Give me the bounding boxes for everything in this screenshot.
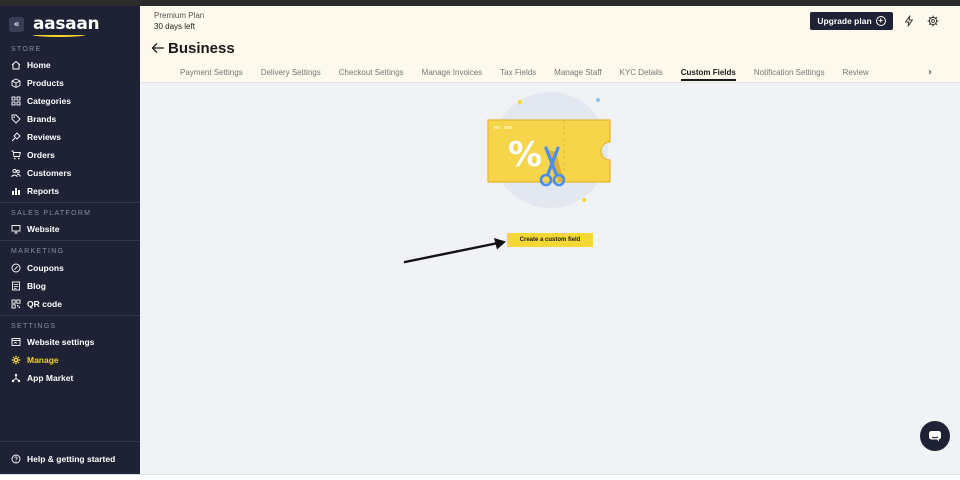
sidebar-item-reports[interactable]: Reports — [11, 184, 59, 198]
document-icon — [11, 281, 21, 291]
settings-tabs: Payment Settings Delivery Settings Check… — [180, 68, 887, 82]
coupon-scissors-illustration: % — [487, 92, 611, 208]
sidebar-divider — [0, 240, 140, 241]
tab-checkout-settings[interactable]: Checkout Settings — [339, 68, 404, 82]
sidebar-item-label: Brands — [27, 114, 57, 124]
chat-support-button[interactable] — [920, 421, 950, 451]
sidebar-item-manage[interactable]: Manage — [11, 353, 59, 367]
tab-manage-invoices[interactable]: Manage Invoices — [422, 68, 482, 82]
main-content: Premium Plan 30 days left Upgrade plan +… — [140, 6, 960, 474]
page-header: Premium Plan 30 days left Upgrade plan +… — [140, 6, 960, 83]
create-custom-field-button[interactable]: Create a custom field — [507, 233, 593, 247]
sidebar-item-orders[interactable]: Orders — [11, 148, 55, 162]
pointer-arrow-annotation — [403, 238, 506, 264]
tab-tax-fields[interactable]: Tax Fields — [500, 68, 536, 82]
sidebar-divider — [0, 315, 140, 316]
nodes-icon — [11, 373, 21, 383]
gear-icon — [11, 355, 21, 365]
sidebar-divider — [0, 202, 140, 203]
help-icon — [11, 454, 21, 464]
sidebar-item-label: Blog — [27, 281, 46, 291]
percent-icon — [11, 263, 21, 273]
plan-days-left: 30 days left — [154, 22, 195, 31]
tab-notification-settings[interactable]: Notification Settings — [754, 68, 825, 82]
tab-review[interactable]: Review — [843, 68, 869, 82]
thumbs-icon — [11, 132, 21, 142]
page-title: Business — [168, 40, 235, 57]
tab-custom-fields[interactable]: Custom Fields — [680, 68, 737, 82]
window-bottom-border — [0, 474, 960, 480]
svg-text:%: % — [508, 135, 542, 175]
sidebar-item-categories[interactable]: Categories — [11, 94, 71, 108]
tab-payment-settings[interactable]: Payment Settings — [180, 68, 243, 82]
box-icon — [11, 78, 21, 88]
sidebar-item-label: Reports — [27, 186, 60, 196]
plan-name: Premium Plan — [154, 11, 205, 20]
sidebar-item-qr-code[interactable]: QR code — [11, 297, 62, 311]
sidebar-item-label: App Market — [27, 373, 74, 383]
sidebar-item-app-market[interactable]: App Market — [11, 371, 73, 385]
sidebar-divider — [0, 441, 140, 442]
section-label-settings: SETTINGS — [11, 323, 57, 330]
section-label-sales-platform: SALES PLATFORM — [11, 210, 92, 217]
back-arrow-icon[interactable] — [151, 42, 165, 54]
qr-icon — [11, 299, 21, 309]
sidebar-item-label: Home — [27, 60, 51, 70]
sidebar-item-label: Categories — [27, 96, 71, 106]
sidebar-item-website-settings[interactable]: Website settings — [11, 335, 94, 349]
sidebar-item-label: Orders — [27, 150, 55, 160]
logo-text: aasaan — [33, 14, 100, 34]
tabs-scroll-right-icon[interactable]: › — [928, 67, 932, 78]
collapse-sidebar-button[interactable]: « — [9, 16, 24, 32]
sidebar-item-coupons[interactable]: Coupons — [11, 261, 64, 275]
grid-icon — [11, 96, 21, 106]
cart-icon — [11, 150, 21, 160]
logo[interactable]: aasaan — [33, 14, 100, 37]
sidebar-item-products[interactable]: Products — [11, 76, 64, 90]
section-label-marketing: MARKETING — [11, 248, 65, 255]
home-icon — [11, 60, 21, 70]
upgrade-plan-label: Upgrade plan — [817, 16, 872, 26]
sidebar-item-label: Help & getting started — [27, 454, 116, 464]
sidebar: « aasaan STORE Home Products Categories … — [0, 6, 140, 474]
section-label-store: STORE — [11, 46, 42, 53]
sidebar-item-customers[interactable]: Customers — [11, 166, 71, 180]
tab-manage-staff[interactable]: Manage Staff — [554, 68, 601, 82]
sidebar-item-label: Website settings — [27, 337, 95, 347]
lightning-icon[interactable] — [903, 15, 915, 27]
chat-icon — [929, 431, 941, 442]
tab-delivery-settings[interactable]: Delivery Settings — [261, 68, 321, 82]
double-chevron-left-icon: « — [13, 18, 20, 30]
sidebar-item-home[interactable]: Home — [11, 58, 51, 72]
plus-circle-icon: + — [875, 16, 886, 26]
sidebar-item-label: Coupons — [27, 263, 64, 273]
users-icon — [11, 168, 21, 178]
brand: « aasaan — [9, 12, 100, 37]
sidebar-item-help[interactable]: Help & getting started — [11, 452, 115, 466]
upgrade-plan-button[interactable]: Upgrade plan + — [810, 12, 893, 30]
sidebar-item-label: Customers — [27, 168, 72, 178]
logo-swoosh — [33, 33, 85, 37]
sidebar-item-brands[interactable]: Brands — [11, 112, 56, 126]
sidebar-item-label: Website — [27, 224, 60, 234]
sidebar-item-label: QR code — [27, 299, 62, 309]
browser-icon — [11, 337, 21, 347]
monitor-icon — [11, 224, 21, 234]
sidebar-item-label: Manage — [27, 355, 59, 365]
sidebar-item-website[interactable]: Website — [11, 222, 59, 236]
sidebar-item-label: Products — [27, 78, 64, 88]
settings-gear-icon[interactable] — [927, 15, 939, 27]
tab-kyc-details[interactable]: KYC Details — [620, 68, 663, 82]
bar-chart-icon — [11, 186, 21, 196]
sidebar-item-blog[interactable]: Blog — [11, 279, 46, 293]
sidebar-item-label: Reviews — [27, 132, 62, 142]
tag-icon — [11, 114, 21, 124]
sidebar-item-reviews[interactable]: Reviews — [11, 130, 61, 144]
